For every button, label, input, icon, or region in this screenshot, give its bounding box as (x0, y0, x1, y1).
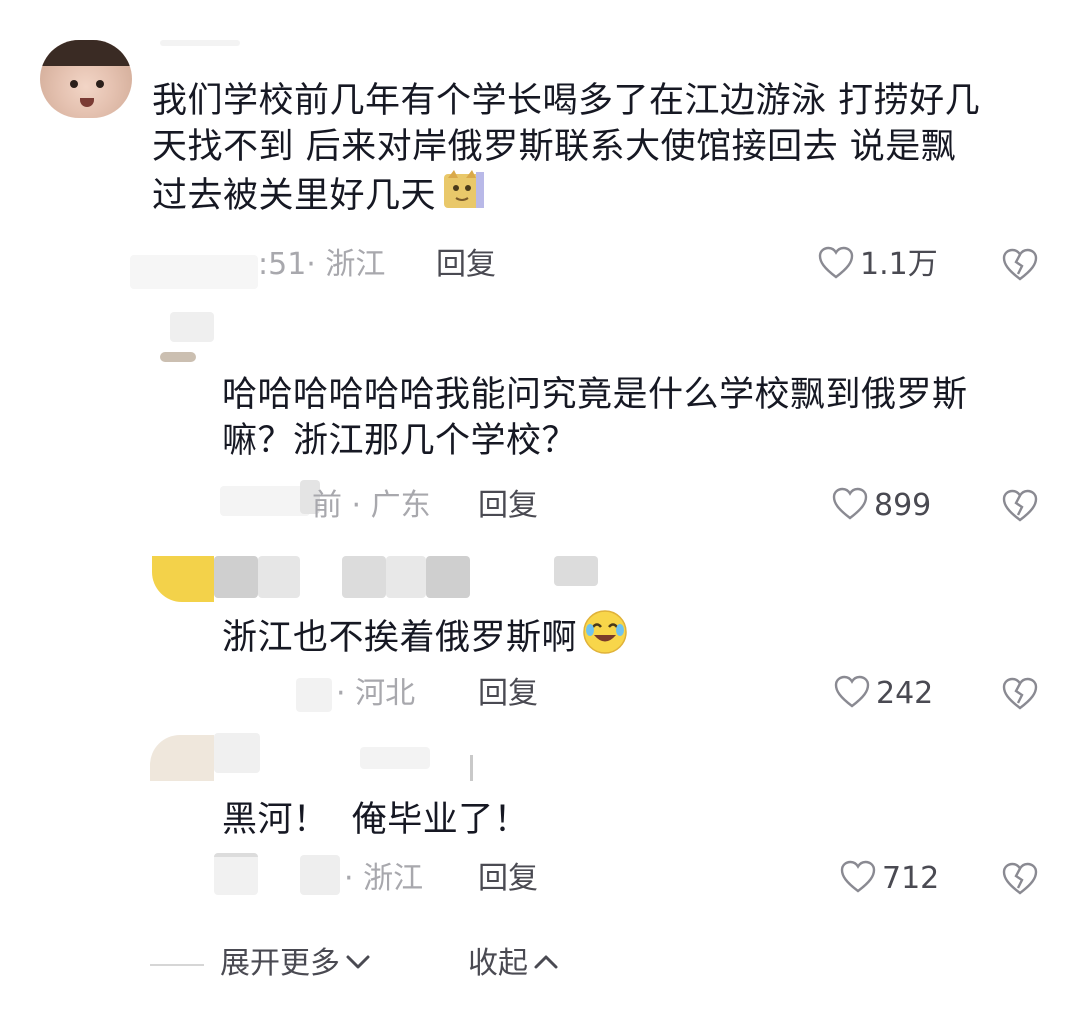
heart-outline-icon (840, 860, 876, 898)
comment-text: 浙江也不挨着俄罗斯啊 (222, 608, 629, 668)
expand-more-button[interactable]: 展开更多 (220, 944, 372, 984)
dislike-button[interactable] (1002, 862, 1038, 900)
heart-outline-icon (818, 246, 854, 284)
username-redacted (220, 486, 310, 516)
time-redacted (130, 255, 258, 289)
broken-heart-icon (1002, 862, 1038, 900)
like-button[interactable]: 899 (832, 486, 931, 526)
avatar[interactable] (160, 352, 196, 362)
comment-line: 过去被关里好几天 (152, 170, 1052, 222)
comment-line: 嘛？浙江那几个学校？ (222, 421, 578, 461)
like-count: 899 (874, 488, 932, 523)
collapse-label: 收起 (468, 946, 528, 981)
reply-button[interactable]: 回复 (478, 674, 538, 714)
reply-comment-2: 浙江也不挨着俄罗斯啊 · 河北 回复 242 (0, 540, 1080, 725)
like-count: 712 (882, 861, 940, 896)
username-redacted (214, 853, 258, 895)
comment-line: 天找不到 后来对岸俄罗斯联系大使馆接回去 说是飘 (152, 127, 957, 167)
username-redacted (386, 556, 426, 598)
broken-heart-icon (1002, 248, 1038, 286)
username-redacted (342, 556, 386, 598)
replies-footer: 展开更多 收起 (0, 938, 1080, 998)
username-redacted (296, 678, 332, 712)
like-button[interactable]: 712 (840, 859, 939, 899)
comment-text: 黑河！ 俺毕业了！ (222, 800, 530, 840)
username-redacted (258, 556, 300, 598)
comment-meta: · 河北 (336, 676, 416, 711)
reply-button[interactable]: 回复 (436, 245, 496, 285)
expand-more-label: 展开更多 (220, 946, 340, 981)
comment-meta: · 浙江 (344, 861, 424, 896)
broken-heart-icon (1002, 677, 1038, 715)
collapse-button[interactable]: 收起 (468, 944, 560, 984)
comment-meta: 前 · 广东 (312, 488, 431, 523)
chevron-up-icon (532, 952, 560, 976)
comment-meta: :51· 浙江 (258, 247, 386, 282)
comment-text: 我们学校前几年有个学长喝多了在江边游泳 打捞好几 天找不到 后来对岸俄罗斯联系大… (152, 78, 1052, 222)
username-redacted (554, 556, 598, 586)
reply-comment-3: 黑河！ 俺毕业了！ · 浙江 回复 712 (0, 725, 1080, 915)
time-redacted (300, 855, 340, 895)
like-button[interactable]: 1.1万 (818, 245, 938, 285)
username-redacted (160, 40, 240, 46)
reply-comment-1: 哈哈哈哈哈哈我能问究竟是什么学校飘到俄罗斯 嘛？浙江那几个学校？ 前 · 广东 … (0, 300, 1080, 540)
username-redacted (470, 755, 480, 781)
dislike-button[interactable] (1002, 248, 1038, 286)
dislike-button[interactable] (1002, 489, 1038, 527)
crying-laughing-emoji-icon (581, 608, 629, 668)
username-redacted (360, 747, 430, 769)
divider-line (150, 964, 204, 966)
username-redacted (214, 556, 258, 598)
broken-heart-icon (1002, 489, 1038, 527)
like-count: 1.1万 (860, 247, 938, 282)
avatar[interactable] (150, 735, 214, 781)
comment-1: 我们学校前几年有个学长喝多了在江边游泳 打捞好几 天找不到 后来对岸俄罗斯联系大… (0, 0, 1080, 300)
reply-button[interactable]: 回复 (478, 486, 538, 526)
comment-line: 哈哈哈哈哈哈我能问究竟是什么学校飘到俄罗斯 (222, 375, 968, 415)
heart-outline-icon (832, 487, 868, 525)
avatar[interactable] (40, 40, 132, 118)
like-count: 242 (876, 676, 934, 711)
username-redacted (214, 733, 260, 773)
username-redacted (426, 556, 470, 598)
avatar-redacted[interactable] (170, 312, 214, 342)
comment-text: 哈哈哈哈哈哈我能问究竟是什么学校飘到俄罗斯 嘛？浙江那几个学校？ (222, 372, 1042, 464)
heart-outline-icon (834, 675, 870, 713)
cat-emoji-icon (442, 170, 485, 222)
dislike-button[interactable] (1002, 677, 1038, 715)
reply-button[interactable]: 回复 (478, 859, 538, 899)
like-button[interactable]: 242 (834, 674, 933, 714)
chevron-down-icon (344, 952, 372, 976)
avatar[interactable] (152, 556, 214, 602)
comment-line: 我们学校前几年有个学长喝多了在江边游泳 打捞好几 (152, 81, 981, 121)
